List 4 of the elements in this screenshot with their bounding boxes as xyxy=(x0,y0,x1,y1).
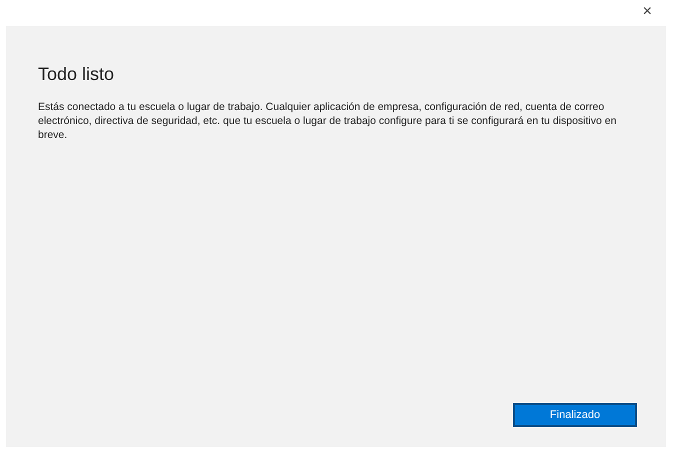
message-text: Estás conectado a tu escuela o lugar de trabajo. Cualquier aplicación de empresa, configuración de red, cuenta de correo electrónico, directiva de seguridad, etc. que tu escuela o lugar de trabajo configure para ti se configurará en tu dispositivo en breve. xyxy=(38,100,618,142)
close-button[interactable]: × xyxy=(638,4,656,20)
finish-button[interactable]: Finalizado xyxy=(513,403,637,427)
dialog-title: Todo listo xyxy=(38,64,116,86)
